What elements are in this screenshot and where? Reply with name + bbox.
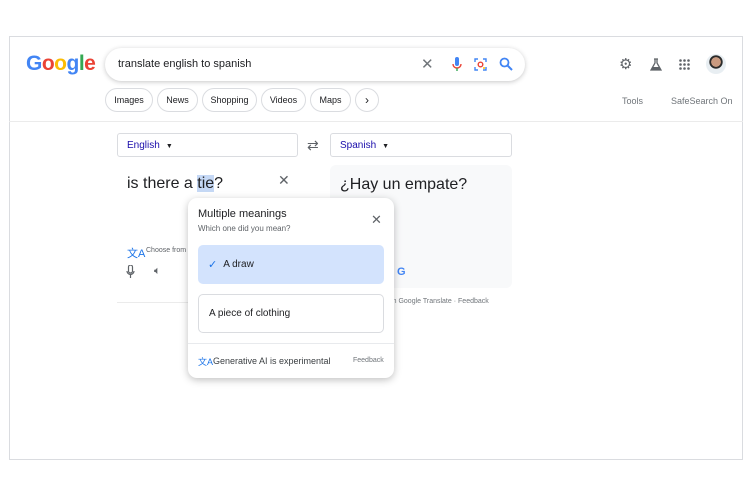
chip-videos[interactable]: Videos (261, 88, 306, 112)
google-g-icon: G (397, 266, 406, 278)
source-text-before: is there a (127, 175, 198, 192)
source-microphone-icon[interactable] (126, 265, 135, 279)
translate-icon: 文A (127, 248, 146, 260)
source-language-select[interactable]: English ▼ (117, 133, 298, 157)
header-divider (9, 121, 743, 122)
popup-subtitle: Which one did you mean? (198, 224, 291, 233)
generative-ai-note: Generative AI is experimental (213, 356, 331, 366)
chip-shopping[interactable]: Shopping (202, 88, 257, 112)
source-language-label: English (127, 140, 160, 151)
settings-icon[interactable]: ⚙ (619, 57, 632, 72)
tools-button[interactable]: Tools (622, 96, 643, 106)
option-a-draw[interactable]: ✓ A draw (198, 245, 384, 284)
labs-icon[interactable] (650, 58, 662, 71)
google-logo[interactable]: Google (26, 52, 96, 76)
safesearch-button[interactable]: SafeSearch On (671, 96, 733, 106)
search-box[interactable]: translate english to spanish ✕ (105, 48, 525, 81)
close-popup-icon[interactable]: ✕ (371, 213, 382, 226)
option-label: A piece of clothing (209, 308, 291, 319)
translated-text: ¿Hay un empate? (340, 176, 468, 193)
lens-icon[interactable] (474, 58, 487, 71)
source-text-after: ? (214, 175, 224, 192)
multiple-meanings-popup: Multiple meanings Which one did you mean… (188, 198, 394, 378)
popup-title: Multiple meanings (198, 208, 287, 220)
popup-feedback-link[interactable]: Feedback (353, 357, 384, 364)
highlighted-word[interactable]: tie (197, 175, 215, 192)
search-input[interactable]: translate english to spanish (118, 58, 251, 70)
target-language-select[interactable]: Spanish ▼ (330, 133, 512, 157)
avatar[interactable] (706, 54, 726, 74)
dropdown-caret-icon: ▼ (165, 143, 173, 150)
clear-icon[interactable]: ✕ (421, 57, 434, 72)
listen-speaker-icon[interactable]: 🔈︎ (154, 266, 161, 277)
dropdown-caret-icon: ▼ (382, 143, 390, 150)
apps-icon[interactable] (679, 59, 690, 70)
checkmark-icon: ✓ (208, 259, 218, 271)
target-language-label: Spanish (340, 140, 377, 151)
choose-from-text: Choose from (146, 247, 187, 254)
chip-more-arrow-icon[interactable]: › (355, 88, 379, 112)
option-label: A draw (223, 259, 254, 270)
separator-dot: · (453, 298, 457, 305)
search-icon[interactable] (499, 57, 513, 71)
microphone-icon[interactable] (452, 57, 462, 72)
swap-languages-icon[interactable]: ⇄ (307, 138, 319, 152)
generative-ai-icon: 文A (198, 357, 214, 367)
option-piece-of-clothing[interactable]: A piece of clothing (198, 294, 384, 333)
chip-maps[interactable]: Maps (310, 88, 351, 112)
clear-source-icon[interactable]: ✕ (278, 173, 290, 187)
translate-feedback-link[interactable]: Feedback (458, 298, 489, 305)
chip-images[interactable]: Images (105, 88, 153, 112)
chip-news[interactable]: News (157, 88, 198, 112)
source-text[interactable]: is there a tie? (127, 175, 223, 193)
popup-divider (188, 343, 394, 344)
